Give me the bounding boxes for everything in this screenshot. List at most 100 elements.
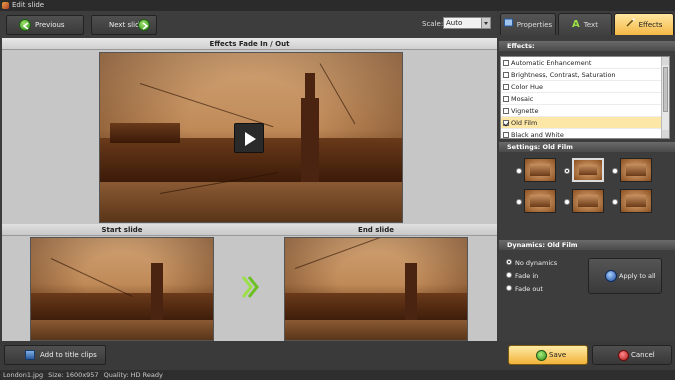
effect-item-color-hue[interactable]: Color Hue xyxy=(501,81,669,93)
preset-thumb-6[interactable] xyxy=(620,189,652,213)
check-icon xyxy=(536,350,547,361)
checkbox[interactable] xyxy=(503,120,509,126)
apply-icon xyxy=(605,270,617,282)
effect-item-vignette[interactable]: Vignette xyxy=(501,105,669,117)
tab-text[interactable]: A Text xyxy=(558,13,612,35)
cancel-button[interactable]: Cancel xyxy=(592,345,672,365)
preset-radio-5[interactable] xyxy=(564,199,570,205)
status-bar: London1.jpg Size: 1600x957 Quality: HD R… xyxy=(0,370,675,380)
preset-radio-4[interactable] xyxy=(516,199,522,205)
arrow-left-icon xyxy=(19,19,31,31)
preset-radio-6[interactable] xyxy=(612,199,618,205)
road xyxy=(100,182,402,222)
properties-icon xyxy=(503,14,513,36)
effect-item-automatic-enhancement[interactable]: Automatic Enhancement xyxy=(501,57,669,69)
dynamics-option-label: No dynamics xyxy=(515,259,558,267)
big-ben-tower xyxy=(405,263,417,323)
preset-thumb-3[interactable] xyxy=(620,158,652,182)
parliament-silhouette xyxy=(31,293,213,323)
effect-label: Mosaic xyxy=(511,95,534,103)
checkbox[interactable] xyxy=(503,84,509,90)
effect-item-black-and-white[interactable]: Black and White xyxy=(501,129,669,139)
effect-item-mosaic[interactable]: Mosaic xyxy=(501,93,669,105)
scale-value: Auto xyxy=(446,19,463,27)
previous-slide-button[interactable]: Previous slide xyxy=(6,15,84,47)
road xyxy=(31,320,213,340)
tab-effects[interactable]: Effects xyxy=(614,13,674,35)
start-slide-image[interactable] xyxy=(30,237,214,341)
thumb-frame xyxy=(530,195,550,207)
effects-header: Effects: xyxy=(499,41,675,51)
radio[interactable] xyxy=(506,272,512,278)
checkbox[interactable] xyxy=(503,108,509,114)
big-ben-tower xyxy=(151,263,163,323)
status-size: Size: 1600x957 xyxy=(48,371,99,379)
thumb-frame xyxy=(626,195,646,207)
start-slide-label: Start slide xyxy=(101,226,143,234)
big-ben-spire xyxy=(305,73,315,101)
window-title: Edit slide xyxy=(12,1,45,9)
film-scratch xyxy=(139,83,274,128)
end-slide-image[interactable] xyxy=(284,237,468,341)
radio[interactable] xyxy=(506,285,512,291)
effects-scrollbar[interactable] xyxy=(661,57,669,138)
effect-item-old-film[interactable]: Old Film xyxy=(501,117,669,129)
radio[interactable] xyxy=(506,259,512,265)
effect-label: Color Hue xyxy=(511,83,544,91)
save-label: Save xyxy=(549,351,567,359)
effect-label: Vignette xyxy=(511,107,539,115)
dynamics-option-label: Fade in xyxy=(515,272,539,280)
scale-select[interactable]: Auto xyxy=(443,17,491,29)
apply-to-all-label: Apply to all xyxy=(619,272,656,280)
dynamics-option-none[interactable]: No dynamics xyxy=(506,259,557,267)
checkbox[interactable] xyxy=(503,60,509,66)
add-to-title-clips-button[interactable]: Add to title clips xyxy=(4,345,106,365)
film-clip-icon xyxy=(25,350,35,360)
thumb-frame xyxy=(530,164,550,176)
play-button[interactable] xyxy=(234,123,264,153)
preset-radio-1[interactable] xyxy=(516,168,522,174)
effect-label: Black and White xyxy=(511,131,564,139)
scale-label: Scale: xyxy=(422,20,444,28)
preset-thumb-5[interactable] xyxy=(572,189,604,213)
thumb-frame xyxy=(579,165,597,175)
next-slide-button[interactable]: Next slide xyxy=(91,15,157,35)
scroll-thumb[interactable] xyxy=(663,67,668,112)
add-to-title-clips-label: Add to title clips xyxy=(40,351,97,359)
effect-label: Automatic Enhancement xyxy=(511,59,592,67)
preset-thumb-1[interactable] xyxy=(524,158,556,182)
app-icon xyxy=(2,2,9,9)
dynamics-option-label: Fade out xyxy=(515,285,543,293)
apply-to-all-button[interactable]: Apply to all xyxy=(588,258,662,294)
status-file: London1.jpg xyxy=(3,371,44,379)
title-bar: Edit slide xyxy=(0,0,675,11)
end-slide-label: End slide xyxy=(358,226,394,234)
effects-list[interactable]: Automatic Enhancement Brightness, Contra… xyxy=(500,56,670,139)
preset-radio-2[interactable] xyxy=(564,168,570,174)
preset-radio-3[interactable] xyxy=(612,168,618,174)
road xyxy=(285,320,467,340)
effect-label: Old Film xyxy=(511,119,538,127)
effect-item-brightness[interactable]: Brightness, Contrast, Saturation xyxy=(501,69,669,81)
dynamics-option-fade-out[interactable]: Fade out xyxy=(506,285,543,293)
scroll-down-icon[interactable] xyxy=(662,130,669,138)
tab-text-label: Text xyxy=(583,21,598,29)
tab-effects-label: Effects xyxy=(638,21,663,29)
checkbox[interactable] xyxy=(503,72,509,78)
film-scratch xyxy=(50,258,133,297)
thumb-frame xyxy=(626,164,646,176)
checkbox[interactable] xyxy=(503,96,509,102)
checkbox[interactable] xyxy=(503,132,509,138)
tab-properties[interactable]: Properties xyxy=(500,13,556,35)
save-button[interactable]: Save xyxy=(508,345,588,365)
dynamics-option-fade-in[interactable]: Fade in xyxy=(506,272,538,280)
status-quality: Quality: HD Ready xyxy=(103,371,163,379)
film-scratch xyxy=(294,238,390,269)
cancel-label: Cancel xyxy=(631,351,655,359)
preset-thumb-4[interactable] xyxy=(524,189,556,213)
scroll-up-icon[interactable] xyxy=(662,57,669,65)
settings-header: Settings: Old Film xyxy=(499,142,675,152)
preset-thumb-2[interactable] xyxy=(572,158,604,182)
chevron-down-icon[interactable] xyxy=(481,18,490,28)
tab-properties-label: Properties xyxy=(516,21,553,29)
